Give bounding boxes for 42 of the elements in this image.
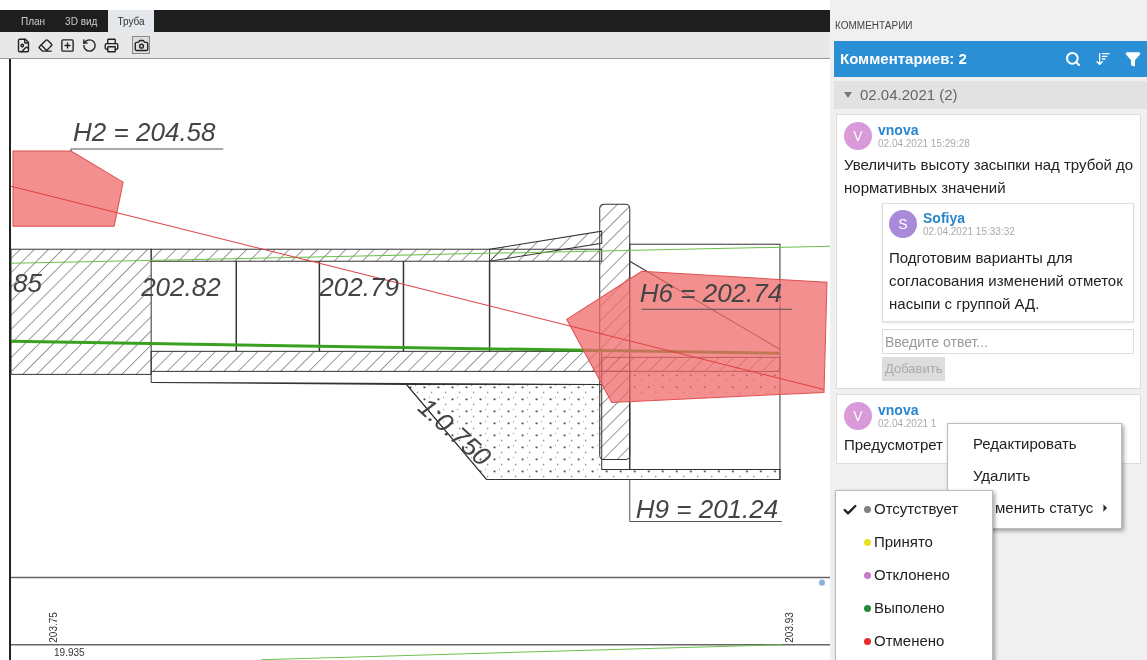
handle-dot[interactable]: [819, 579, 825, 586]
comment-text: Увеличить высоту засыпки над трубой до нормативных значений: [844, 155, 1134, 198]
filter-icon[interactable]: [1125, 51, 1141, 67]
view-tab[interactable]: Труба: [108, 10, 154, 32]
profile-label: 203.75: [48, 612, 60, 643]
comment-text: Предусмотрет: [844, 435, 943, 455]
date-group[interactable]: 02.04.2021 (2): [834, 81, 1147, 109]
view-tab[interactable]: 3D вид: [56, 10, 107, 32]
plus-box-icon[interactable]: [58, 36, 76, 55]
elevation-label: H6 = 202.74: [639, 278, 783, 309]
status-option[interactable]: Отклонено: [836, 559, 992, 592]
panel-title: КОММЕНТАРИИ: [834, 19, 914, 33]
eraser-icon[interactable]: [36, 36, 54, 55]
status-option[interactable]: Принято: [836, 526, 992, 559]
comment-time: 02.04.2021 1: [878, 418, 937, 430]
menu-item[interactable]: Удалить: [948, 460, 1121, 492]
author-name[interactable]: Sofiya: [923, 210, 1015, 226]
avatar: S: [889, 210, 917, 238]
camera-icon[interactable]: [132, 36, 150, 55]
elevation-label: H2 = 204.58: [73, 117, 216, 148]
status-option[interactable]: Отменено: [836, 625, 992, 658]
avatar: V: [844, 402, 872, 430]
reply-text: Подготовим варианты для согласования изменений отметок насыпи с группой АД.: [889, 248, 1124, 314]
comments-count: Комментариев: 2: [840, 48, 968, 69]
printer-icon[interactable]: [102, 36, 120, 55]
expand-caret-icon: [844, 92, 852, 98]
profile-label: 203.93: [783, 612, 795, 643]
elevation-label: H9 = 201.24: [635, 493, 779, 524]
search-icon[interactable]: [1065, 51, 1081, 67]
sort-icon[interactable]: [1095, 51, 1111, 67]
rotate-icon[interactable]: [80, 36, 98, 55]
profile-label: 19.935: [54, 647, 85, 658]
avatar: V: [844, 122, 872, 150]
author-name[interactable]: vnova: [878, 402, 937, 418]
comment-time: 02.04.2021 15:29:28: [878, 138, 970, 150]
status-option[interactable]: Выполено: [836, 592, 992, 625]
view-tab[interactable]: План: [12, 10, 55, 32]
menu-item[interactable]: Редактировать: [948, 428, 1121, 460]
comment-time: 02.04.2021 15:33:32: [923, 226, 1015, 238]
reply-input[interactable]: Введите ответ...: [882, 329, 1134, 354]
author-name[interactable]: vnova: [878, 122, 970, 138]
status-option[interactable]: Отсутствует: [836, 493, 992, 526]
